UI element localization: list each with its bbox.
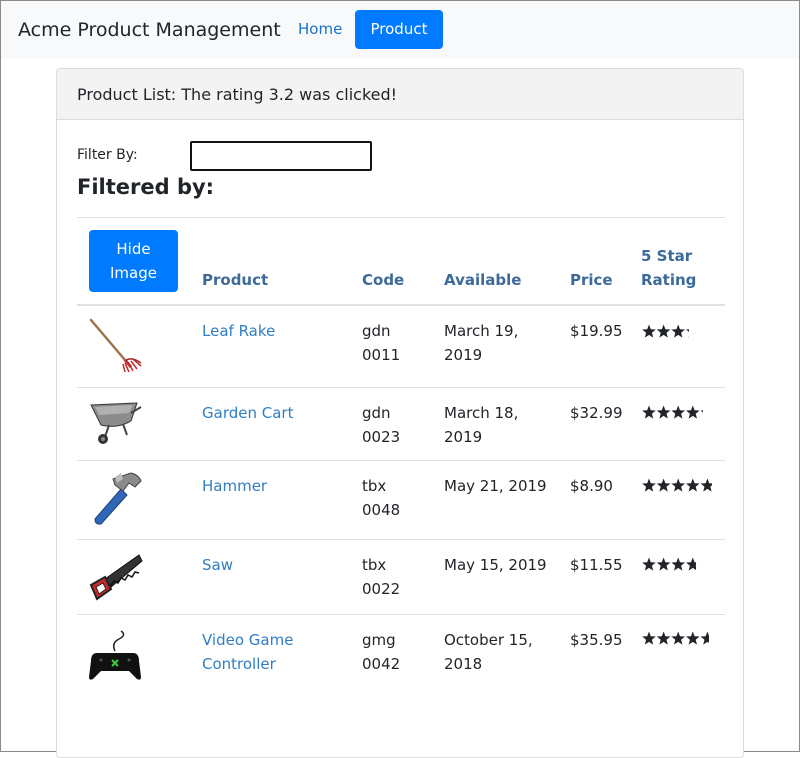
product-name-link[interactable]: Leaf Rake — [202, 319, 275, 343]
stars-icon — [642, 405, 704, 419]
product-code: 0011 — [362, 346, 401, 364]
star-rating-fill — [642, 630, 710, 646]
price: $19.95 — [570, 322, 623, 340]
stars-icon — [642, 631, 710, 645]
star-rating-fill — [642, 404, 704, 420]
row-divider — [77, 460, 725, 461]
saw-image — [89, 554, 143, 601]
product-code: gmg — [362, 631, 396, 649]
hide-image-label-line2: Image — [110, 264, 157, 282]
star-rating-fill — [642, 323, 689, 339]
product-code: tbx — [362, 477, 387, 495]
product-code: gdn — [362, 404, 391, 422]
release-date: 2019 — [444, 428, 483, 446]
release-date: October 15, — [444, 631, 533, 649]
price: $11.55 — [570, 556, 623, 574]
star-rating-fill — [642, 556, 697, 572]
product-code: 0048 — [362, 501, 401, 519]
product-code: 0022 — [362, 580, 401, 598]
release-date: 2018 — [444, 655, 483, 673]
filter-label: Filter By: — [77, 147, 138, 163]
release-date: May 21, 2019 — [444, 477, 547, 495]
product-name-link[interactable]: Hammer — [202, 474, 267, 498]
product-name-link[interactable]: Saw — [202, 553, 233, 577]
row-divider — [77, 387, 725, 388]
product-name-link[interactable]: Video Game — [202, 628, 293, 652]
garden-cart-image — [90, 402, 142, 444]
column-header-product[interactable]: Product — [202, 268, 268, 292]
product-code: 0023 — [362, 428, 401, 446]
rating-header-line1: 5 Star — [641, 247, 693, 265]
price: $35.95 — [570, 631, 623, 649]
price: $8.90 — [570, 477, 613, 495]
hammer-image — [94, 472, 142, 525]
price: $32.99 — [570, 404, 623, 422]
game-controller-image — [89, 630, 141, 680]
row-divider — [77, 539, 725, 540]
star-rating[interactable] — [642, 630, 716, 646]
navbar: Acme Product Management Home Product — [1, 1, 799, 59]
release-date: March 19, — [444, 322, 519, 340]
product-code: tbx — [362, 556, 387, 574]
header-divider — [77, 304, 725, 306]
nav-home-link[interactable]: Home — [282, 10, 358, 49]
star-rating[interactable] — [642, 404, 716, 420]
stars-icon — [642, 478, 713, 492]
column-header-available[interactable]: Available — [444, 268, 521, 292]
release-date: May 15, 2019 — [444, 556, 547, 574]
nav-product-link[interactable]: Product — [355, 10, 443, 49]
product-name-link[interactable]: Garden Cart — [202, 401, 293, 425]
star-rating[interactable] — [642, 556, 716, 572]
column-header-price[interactable]: Price — [570, 268, 613, 292]
product-name-link[interactable]: Controller — [202, 652, 276, 676]
brand-title[interactable]: Acme Product Management — [18, 18, 281, 42]
hide-image-button[interactable]: Hide Image — [89, 230, 178, 292]
column-header-rating[interactable]: 5 Star Rating — [641, 244, 711, 292]
row-divider — [77, 614, 725, 615]
hide-image-label-line1: Hide — [116, 240, 151, 258]
release-date: March 18, — [444, 404, 519, 422]
page-title: Product List: The rating 3.2 was clicked… — [77, 85, 398, 104]
star-rating[interactable] — [642, 477, 716, 493]
product-code: 0042 — [362, 655, 401, 673]
stars-icon — [642, 557, 697, 571]
release-date: 2019 — [444, 346, 483, 364]
stars-icon — [642, 324, 689, 338]
leaf-rake-image — [89, 318, 142, 373]
column-header-code[interactable]: Code — [362, 268, 404, 292]
filtered-by-heading: Filtered by: — [77, 175, 215, 199]
card-header: Product List: The rating 3.2 was clicked… — [57, 69, 743, 120]
divider — [77, 217, 725, 218]
star-rating[interactable] — [642, 323, 716, 339]
rating-header-line2: Rating — [641, 271, 697, 289]
star-rating-fill — [642, 477, 713, 493]
product-code: gdn — [362, 322, 391, 340]
filter-input[interactable] — [190, 141, 372, 171]
